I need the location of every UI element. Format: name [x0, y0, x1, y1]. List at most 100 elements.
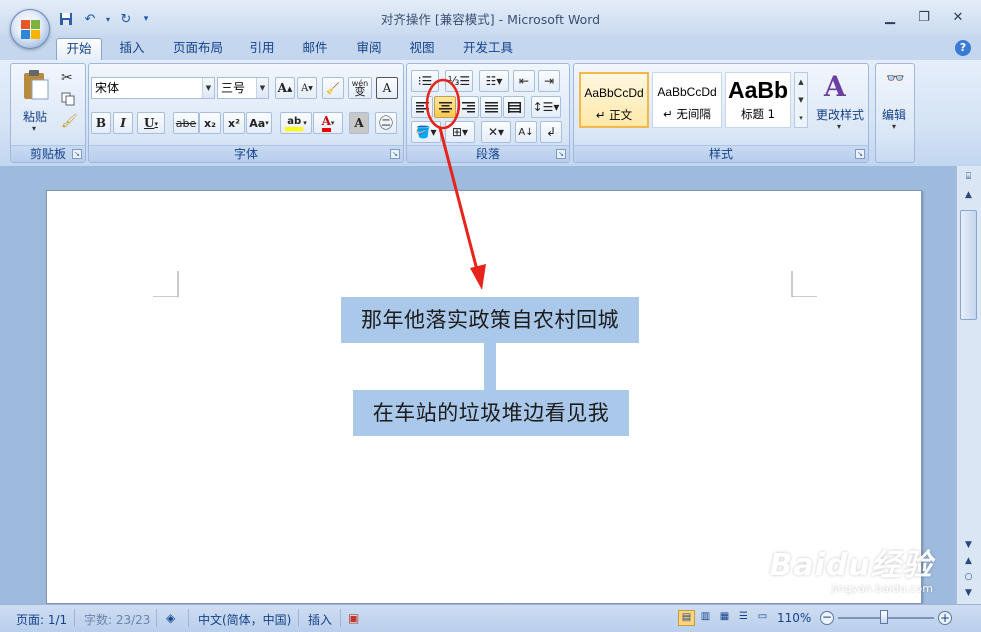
- distributed-icon[interactable]: [503, 96, 525, 118]
- scroll-up-icon[interactable]: ▲: [960, 188, 977, 203]
- italic-button[interactable]: I: [113, 112, 133, 134]
- clear-format-button[interactable]: 🧹: [322, 77, 344, 99]
- format-painter-icon[interactable]: 🖌: [61, 114, 78, 129]
- clipboard-launcher-icon[interactable]: ↘: [72, 149, 82, 159]
- full-screen-reading-icon[interactable]: ▥: [697, 610, 714, 626]
- show-marks-icon[interactable]: ↲: [540, 121, 562, 143]
- increase-indent-icon[interactable]: ⇥: [538, 70, 560, 92]
- macro-record-icon[interactable]: ▣: [348, 611, 359, 625]
- paste-button[interactable]: 粘贴: [23, 108, 47, 125]
- align-right-icon[interactable]: [457, 96, 479, 118]
- next-page-icon[interactable]: ▼: [960, 586, 977, 601]
- document-line-2[interactable]: 在车站的垃圾堆边看见我: [353, 390, 629, 436]
- font-name-combo[interactable]: 宋体 ▼: [91, 77, 215, 99]
- view-buttons: ▤ ▥ ▦ ☰ ▭: [678, 610, 771, 626]
- tab-mailings[interactable]: 邮件: [295, 38, 335, 60]
- align-center-icon[interactable]: [434, 96, 456, 118]
- ribbon: 粘贴 ▾ ✂ 🖌 剪贴板 ↘ 宋体 ▼ 三号 ▼ A ▲ A ▼ 🧹 wén 变 A B …: [0, 60, 981, 166]
- phonetic-guide-button[interactable]: wén 变: [348, 77, 372, 99]
- subscript-button[interactable]: x₂: [199, 112, 221, 134]
- tab-review[interactable]: 审阅: [349, 38, 389, 60]
- previous-page-icon[interactable]: ▲: [960, 554, 977, 569]
- paragraph-launcher-icon[interactable]: ↘: [556, 149, 566, 159]
- outline-view-icon[interactable]: ☰: [735, 610, 752, 626]
- style-heading-1[interactable]: AaBb 标题 1: [725, 72, 791, 128]
- zoom-in-icon[interactable]: +: [938, 611, 952, 625]
- proofing-icon[interactable]: ◈: [166, 611, 175, 625]
- bold-button[interactable]: B: [91, 112, 111, 134]
- shading-icon[interactable]: 🪣▾: [411, 121, 441, 143]
- chinese-layout-icon[interactable]: ✕▾: [481, 121, 511, 143]
- strikethrough-button[interactable]: abe: [173, 112, 199, 134]
- font-color-button[interactable]: A ▾: [313, 112, 343, 134]
- styles-launcher-icon[interactable]: ↘: [855, 149, 865, 159]
- font-size-combo[interactable]: 三号 ▼: [217, 77, 269, 99]
- tab-references[interactable]: 引用: [242, 38, 282, 60]
- underline-button[interactable]: U ▾: [137, 112, 165, 134]
- web-layout-icon[interactable]: ▦: [716, 610, 733, 626]
- chevron-down-icon[interactable]: ▼: [256, 78, 268, 98]
- window-title: 对齐操作 [兼容模式] - Microsoft Word: [380, 12, 601, 27]
- status-language[interactable]: 中文(简体，中国): [198, 611, 291, 628]
- copy-icon[interactable]: [61, 92, 75, 106]
- grow-font-button[interactable]: A ▲: [275, 77, 295, 99]
- editing-button[interactable]: 编辑: [882, 106, 906, 123]
- change-styles-dropdown-icon[interactable]: ▾: [837, 122, 841, 131]
- tab-home[interactable]: 开始: [56, 38, 102, 60]
- tab-insert[interactable]: 插入: [112, 38, 152, 60]
- chevron-down-icon[interactable]: ▼: [202, 78, 214, 98]
- cut-icon[interactable]: ✂: [61, 70, 73, 86]
- shrink-font-button[interactable]: A ▼: [297, 77, 317, 99]
- help-icon[interactable]: ?: [955, 40, 971, 56]
- scroll-down-icon[interactable]: ▼: [960, 538, 977, 553]
- change-styles-button[interactable]: 更改样式: [816, 106, 864, 123]
- scroll-thumb[interactable]: [960, 210, 977, 320]
- highlight-button[interactable]: ab ▾: [280, 112, 312, 134]
- font-group: 宋体 ▼ 三号 ▼ A ▲ A ▼ 🧹 wén 变 A B I U ▾ abe x₂ x²…: [88, 63, 404, 163]
- enclose-char-button[interactable]: ㊁: [375, 112, 397, 134]
- justify-icon[interactable]: [480, 96, 502, 118]
- multilevel-list-icon[interactable]: ☷▾: [479, 70, 509, 92]
- superscript-button[interactable]: x²: [223, 112, 245, 134]
- selection-gap: [484, 343, 496, 390]
- decrease-indent-icon[interactable]: ⇤: [513, 70, 535, 92]
- sort-icon[interactable]: A↓: [515, 121, 537, 143]
- status-insert-mode[interactable]: 插入: [308, 611, 332, 628]
- style-normal[interactable]: AaBbCcDd ↵ 正文: [579, 72, 649, 128]
- tab-page-layout[interactable]: 页面布局: [166, 38, 230, 60]
- char-shading-button[interactable]: A: [349, 112, 369, 134]
- paste-icon[interactable]: [19, 69, 51, 101]
- style-no-spacing[interactable]: AaBbCcDd ↵ 无间隔: [652, 72, 722, 128]
- restore-icon[interactable]: ❐: [907, 7, 941, 27]
- document-line-1[interactable]: 那年他落实政策自农村回城: [341, 297, 639, 343]
- office-button[interactable]: [10, 9, 50, 49]
- status-zoom-level[interactable]: 110%: [777, 611, 811, 625]
- close-icon[interactable]: ✕: [941, 7, 975, 27]
- tab-developer[interactable]: 开发工具: [456, 38, 520, 60]
- clipboard-group: 粘贴 ▾ ✂ 🖌 剪贴板 ↘: [10, 63, 86, 163]
- editing-dropdown-icon[interactable]: ▾: [892, 122, 896, 131]
- numbering-icon[interactable]: ⅓☰: [445, 70, 473, 92]
- styles-gallery-scroll[interactable]: ▲ ▼ ▾: [794, 72, 808, 128]
- browse-object-icon[interactable]: ○: [960, 570, 977, 585]
- bullets-icon[interactable]: ⁝☰: [411, 70, 439, 92]
- vertical-scrollbar[interactable]: ⌸ ▲ ▼ ▲ ○ ▼: [956, 166, 981, 604]
- draft-view-icon[interactable]: ▭: [754, 610, 771, 626]
- align-left-icon[interactable]: [411, 96, 433, 118]
- minimize-icon[interactable]: ▁: [873, 7, 907, 27]
- zoom-slider-thumb[interactable]: [880, 610, 888, 624]
- borders-icon[interactable]: ⊞▾: [445, 121, 475, 143]
- line-spacing-icon[interactable]: ↕☰▾: [531, 96, 561, 118]
- status-page[interactable]: 页面: 1/1: [16, 611, 67, 628]
- change-styles-icon[interactable]: A: [824, 70, 854, 103]
- char-border-button[interactable]: A: [376, 77, 398, 99]
- print-layout-icon[interactable]: ▤: [678, 610, 695, 626]
- font-launcher-icon[interactable]: ↘: [390, 149, 400, 159]
- tab-view[interactable]: 视图: [402, 38, 442, 60]
- zoom-out-icon[interactable]: −: [820, 611, 834, 625]
- ruler-toggle-icon[interactable]: ⌸: [960, 170, 977, 185]
- status-word-count[interactable]: 字数: 23/23: [84, 611, 150, 628]
- paste-dropdown-icon[interactable]: ▾: [32, 124, 36, 133]
- change-case-button[interactable]: Aa ▾: [246, 112, 272, 134]
- binoculars-icon[interactable]: 👓: [886, 69, 905, 87]
